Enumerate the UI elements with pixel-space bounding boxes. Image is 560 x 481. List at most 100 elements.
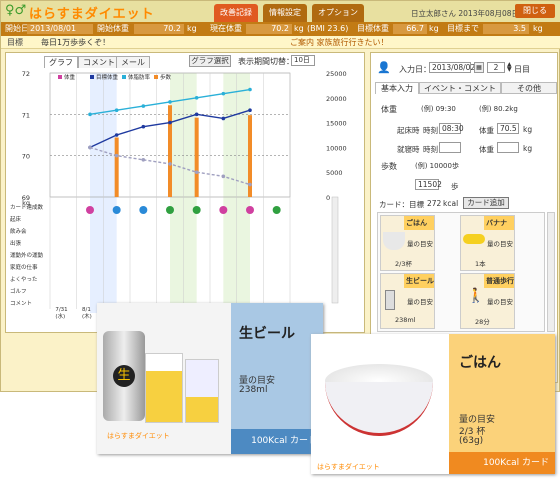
row-label: よくやった bbox=[10, 275, 38, 283]
body-fat-point bbox=[194, 96, 199, 100]
row-label: 運動外の運動 bbox=[10, 251, 44, 259]
entry-date-input[interactable]: 2013/08/02 bbox=[429, 62, 475, 73]
card-achieve-icon bbox=[272, 206, 281, 214]
steps-example: (例) 10000歩 bbox=[415, 162, 459, 170]
tab-event-comment[interactable]: イベント・コメント bbox=[419, 82, 501, 94]
tab-settings[interactable]: 情報設定 bbox=[263, 4, 307, 22]
tab-comment[interactable]: コメント bbox=[78, 56, 120, 68]
kcal-unit: kcal bbox=[443, 199, 459, 208]
stepper-arrows-icon[interactable]: ▲ ▼ bbox=[507, 62, 512, 73]
graph-scrollbar bbox=[331, 196, 339, 304]
card-beer[interactable]: 生ビール 量の目安 238ml bbox=[380, 273, 435, 329]
zoom-card-beer: 生 はらすまダイエット 生ビール 量の目安 238ml 100Kcal カード bbox=[97, 303, 323, 454]
row-label: コメント bbox=[10, 300, 32, 307]
current-weight-value: 70.2 bbox=[246, 24, 292, 34]
weight-point bbox=[221, 116, 226, 121]
y-tick-label: 70 bbox=[22, 153, 30, 161]
row-label: 出張 bbox=[10, 239, 22, 247]
legend-label: 体重 bbox=[64, 73, 76, 81]
top-bar: ♀♂ はらすまダイエット 改善記録 情報設定 オプション 日立太郎さん 2013… bbox=[1, 1, 560, 22]
steps-bar bbox=[194, 117, 199, 197]
zoom-card-name: 生ビール bbox=[239, 326, 295, 342]
y-tick-label: 72 bbox=[22, 70, 30, 78]
date-label: (水) bbox=[55, 312, 65, 320]
weight-point bbox=[168, 120, 172, 125]
start-date-value: 2013/08/01 bbox=[27, 24, 93, 34]
legend-swatch bbox=[122, 75, 126, 79]
graph-select-button[interactable]: グラフ選択 bbox=[189, 55, 231, 67]
card-unit-label: 量の目安 bbox=[407, 298, 433, 306]
weight-point bbox=[114, 133, 119, 137]
card-amount: 1本 bbox=[475, 260, 486, 268]
card-achieve-icon bbox=[139, 206, 148, 214]
graph-panel: グラフ コメント メール グラフ選択 表示期間切替： 10日 72 71 70 69 k… bbox=[5, 52, 365, 333]
steps-input[interactable]: 11502 bbox=[415, 179, 442, 190]
sleep-time-input[interactable] bbox=[439, 142, 461, 153]
kg-unit: kg bbox=[523, 144, 533, 153]
card-walking[interactable]: 普通歩行 🚶 量の目安 28分 bbox=[460, 273, 515, 329]
tab-kaizen[interactable]: 改善記録 bbox=[214, 4, 258, 22]
current-weight-label: 現在体重 bbox=[210, 24, 242, 33]
card-amount: 238ml bbox=[395, 316, 416, 324]
weight-point bbox=[141, 124, 146, 129]
body-fat-point bbox=[168, 100, 172, 104]
date-label: 8/1 bbox=[82, 307, 91, 313]
wake-weight-input[interactable]: 70.5 bbox=[497, 123, 519, 134]
weight-chart: 72717069kg25000200001500010000500007/31(… bbox=[10, 70, 347, 320]
logo-figures-icon: ♀♂ bbox=[5, 3, 27, 18]
zoom-card-rice: はらすまダイエット ごはん 量の目安 2/3 杯 (63g) 100Kcal カ… bbox=[311, 334, 555, 474]
tab-graph[interactable]: グラフ bbox=[44, 56, 78, 68]
card-unit-label: 量の目安 bbox=[487, 298, 513, 306]
card-goal-label: カード：目標 bbox=[379, 200, 424, 209]
goal-weight-value: 66.7 bbox=[393, 24, 427, 34]
legend-swatch bbox=[90, 75, 94, 79]
kg-unit: kg bbox=[523, 125, 533, 134]
body-fat-point bbox=[141, 104, 146, 108]
user-icon: 👤 bbox=[377, 61, 391, 74]
card-name: 普通歩行 bbox=[484, 274, 514, 288]
close-button[interactable]: 閉じる bbox=[515, 4, 555, 18]
sleep-time-label: 時刻 bbox=[423, 145, 438, 154]
beer-info: 生ビール 量の目安 238ml 100Kcal カード bbox=[231, 303, 323, 454]
add-card-button[interactable]: カード追加 bbox=[463, 197, 509, 209]
goal-weight-point bbox=[221, 174, 226, 179]
sleep-label: 就寝時 bbox=[397, 145, 420, 154]
goal-weight-point bbox=[88, 145, 92, 150]
weight-point bbox=[194, 112, 199, 117]
legend-swatch bbox=[154, 75, 158, 79]
goal-text: 毎日1万歩歩くぞ！ bbox=[41, 38, 111, 47]
tab-basic-input[interactable]: 基本入力 bbox=[375, 82, 419, 94]
legend-swatch bbox=[58, 75, 62, 79]
goal-weight-point bbox=[141, 158, 146, 162]
wake-time-input[interactable]: 08:30 bbox=[439, 123, 464, 134]
y2-tick-label: 0 bbox=[326, 194, 330, 202]
tab-mail[interactable]: メール bbox=[116, 56, 150, 68]
card-scrollbar[interactable] bbox=[547, 212, 555, 332]
card-name: バナナ bbox=[484, 216, 514, 230]
goal-label: 目標 bbox=[7, 38, 23, 47]
steps-bar bbox=[114, 137, 119, 197]
card-rice[interactable]: ごはん 量の目安 2/3杯 bbox=[380, 215, 435, 271]
card-banana[interactable]: バナナ 量の目安 1本 bbox=[460, 215, 515, 271]
goal-message: ご案内 家族旅行行きたい！ bbox=[290, 38, 389, 47]
diff-value: 3.5 bbox=[483, 24, 529, 34]
unit-kg: kg bbox=[294, 24, 304, 33]
weight-point bbox=[248, 108, 252, 112]
tab-other[interactable]: その他 bbox=[501, 82, 557, 94]
card-name: ごはん bbox=[404, 216, 434, 230]
brand-label: はらすまダイエット bbox=[107, 432, 170, 440]
calendar-icon[interactable]: ▦ bbox=[474, 62, 484, 73]
card-achieve-icon bbox=[112, 206, 121, 214]
tab-options[interactable]: オプション bbox=[312, 4, 364, 22]
small-glass-icon bbox=[185, 359, 219, 423]
beer-glass-icon bbox=[145, 353, 183, 423]
start-weight-label: 開始体重 bbox=[97, 24, 129, 33]
date-label: (木) bbox=[82, 312, 92, 320]
day-unit: 日目 bbox=[514, 65, 530, 74]
start-date-label: 開始日 bbox=[5, 24, 29, 33]
sleep-weight-input[interactable] bbox=[497, 142, 519, 153]
period-select[interactable]: 10日 bbox=[291, 55, 315, 66]
zoom-card-amount2: (63g) bbox=[459, 436, 484, 446]
card-amount: 28分 bbox=[475, 318, 490, 326]
day-stepper[interactable]: 2 bbox=[487, 62, 505, 73]
